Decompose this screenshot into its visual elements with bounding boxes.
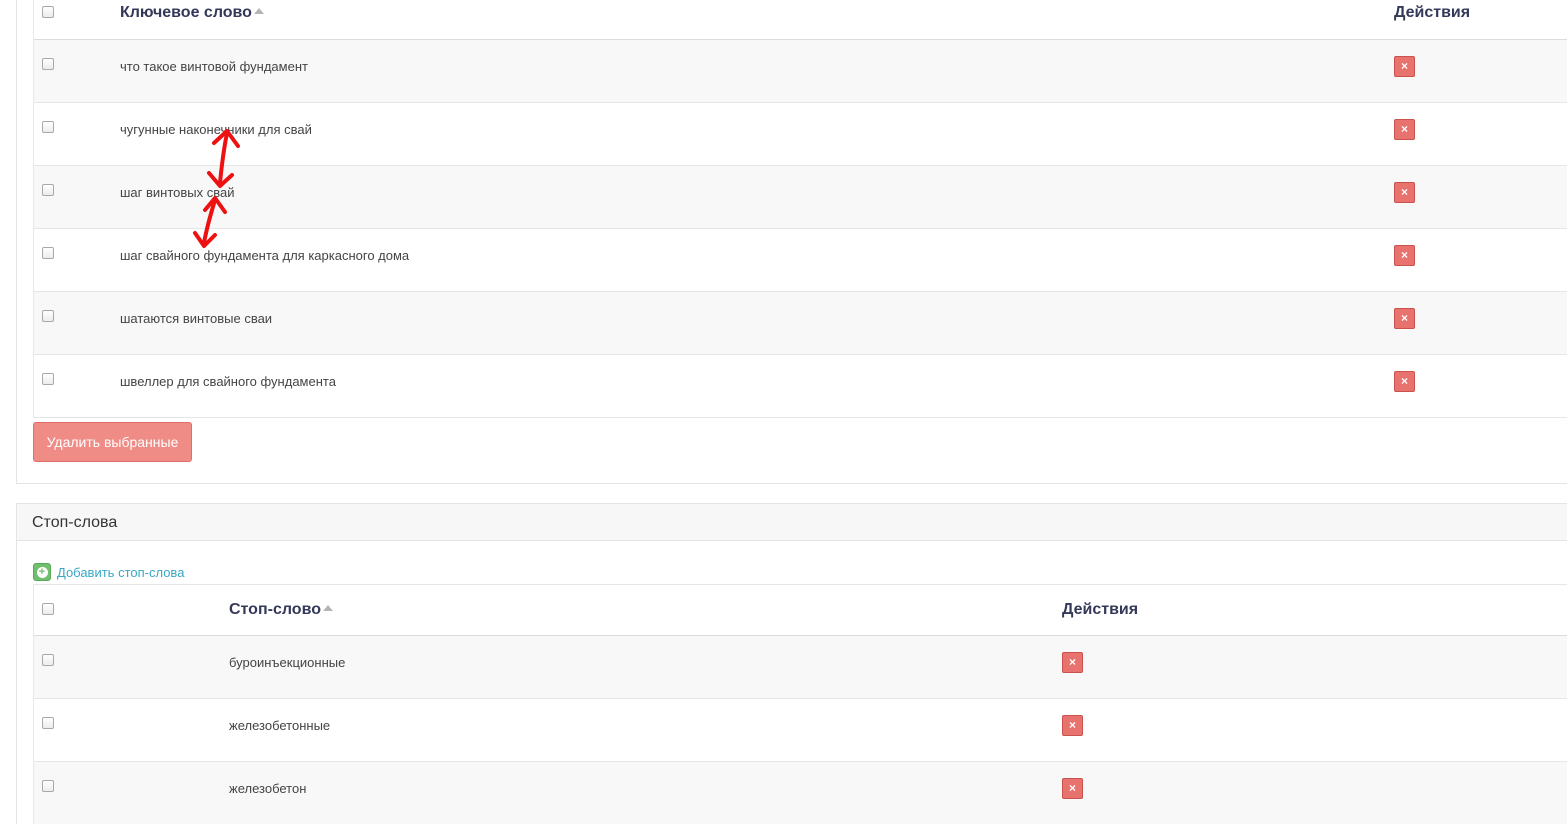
delete-row-button[interactable]: × (1062, 652, 1083, 673)
close-icon: × (1400, 122, 1408, 136)
sort-asc-icon (253, 8, 264, 14)
stopwords-table-header: Стоп-слово Действия (34, 585, 1567, 636)
add-stopwords-label: Добавить стоп-слова (57, 564, 185, 580)
delete-row-button[interactable]: × (1394, 371, 1415, 392)
stopword-column-label: Стоп-слово (229, 601, 321, 618)
plus-circle-icon: + (33, 563, 51, 581)
row-checkbox[interactable] (42, 121, 54, 133)
table-row: швеллер для свайного фундамента × (34, 355, 1567, 418)
stopword-cell: буроинъекционные (229, 655, 346, 670)
table-row: шаг винтовых свай × (34, 166, 1567, 229)
keyword-column-header[interactable]: Ключевое слово (120, 4, 264, 22)
close-icon: × (1400, 248, 1408, 262)
select-all-checkbox[interactable] (42, 603, 54, 615)
close-icon: × (1068, 655, 1076, 669)
row-checkbox[interactable] (42, 717, 54, 729)
actions-column-header: Действия (1062, 601, 1139, 618)
row-checkbox[interactable] (42, 247, 54, 259)
stopword-column-header[interactable]: Стоп-слово (229, 601, 333, 619)
delete-row-button[interactable]: × (1394, 245, 1415, 266)
delete-row-button[interactable]: × (1062, 715, 1083, 736)
close-icon: × (1068, 718, 1076, 732)
table-row: чугунные наконечники для свай × (34, 103, 1567, 166)
select-all-checkbox[interactable] (42, 6, 54, 18)
row-checkbox[interactable] (42, 780, 54, 792)
close-icon: × (1068, 781, 1076, 795)
table-row: что такое винтовой фундамент × (34, 40, 1567, 103)
delete-row-button[interactable]: × (1062, 778, 1083, 799)
delete-row-button[interactable]: × (1394, 119, 1415, 140)
close-icon: × (1400, 374, 1408, 388)
delete-row-button[interactable]: × (1394, 308, 1415, 329)
keyword-column-label: Ключевое слово (120, 4, 252, 21)
close-icon: × (1400, 311, 1408, 325)
add-stopwords-link[interactable]: + Добавить стоп-слова (33, 563, 184, 581)
table-row: буроинъекционные × (34, 636, 1567, 699)
keywords-table: Ключевое слово Действия что такое винтов… (33, 0, 1567, 418)
table-row: шатаются винтовые сваи × (34, 292, 1567, 355)
row-checkbox[interactable] (42, 654, 54, 666)
keyword-cell: шаг винтовых свай (120, 185, 235, 200)
close-icon: × (1400, 185, 1408, 199)
stopwords-panel-header: Стоп-слова (17, 504, 1567, 541)
keyword-cell: шаг свайного фундамента для каркасного д… (120, 248, 410, 263)
stopwords-panel: Стоп-слова + Добавить стоп-слова Стоп-сл… (16, 503, 1567, 824)
keyword-cell: швеллер для свайного фундамента (120, 374, 336, 389)
row-checkbox[interactable] (42, 373, 54, 385)
stopwords-panel-title: Стоп-слова (32, 514, 118, 531)
close-icon: × (1400, 59, 1408, 73)
delete-row-button[interactable]: × (1394, 56, 1415, 77)
delete-row-button[interactable]: × (1394, 182, 1415, 203)
row-checkbox[interactable] (42, 310, 54, 322)
keyword-cell: что такое винтовой фундамент (120, 59, 308, 74)
sort-asc-icon (322, 605, 333, 611)
stopword-cell: железобетонные (229, 718, 331, 733)
keywords-table-header: Ключевое слово Действия (34, 0, 1567, 40)
row-checkbox[interactable] (42, 58, 54, 70)
stopword-cell: железобетон (229, 781, 307, 796)
stopwords-table: Стоп-слово Действия буроинъекционные × ж… (33, 584, 1567, 824)
delete-selected-button[interactable]: Удалить выбранные (33, 422, 192, 462)
keyword-cell: шатаются винтовые сваи (120, 311, 273, 326)
table-row: железобетон × (34, 762, 1567, 824)
keywords-panel: Ключевое слово Действия что такое винтов… (16, 0, 1567, 484)
table-row: шаг свайного фундамента для каркасного д… (34, 229, 1567, 292)
row-checkbox[interactable] (42, 184, 54, 196)
keyword-cell: чугунные наконечники для свай (120, 122, 312, 137)
table-row: железобетонные × (34, 699, 1567, 762)
actions-column-header: Действия (1394, 4, 1471, 21)
